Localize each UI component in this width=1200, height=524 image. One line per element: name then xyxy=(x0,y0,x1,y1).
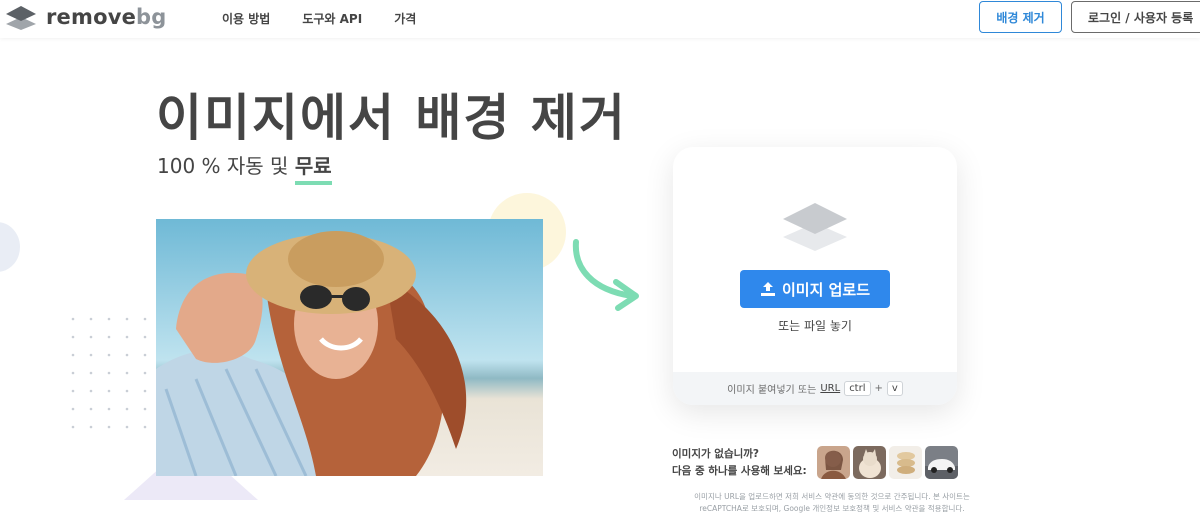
logo[interactable]: removebg xyxy=(4,4,167,30)
page-subtitle: 100 % 자동 및 무료 xyxy=(157,150,332,185)
main-nav: 이용 방법 도구와 API 가격 xyxy=(222,10,448,27)
nav-tools-api[interactable]: 도구와 API xyxy=(302,10,362,27)
decorative-dots xyxy=(71,317,147,429)
v-key: v xyxy=(886,381,903,396)
curved-arrow-icon xyxy=(572,239,639,311)
sample-images-prompt: 이미지가 없습니까? 다음 중 하나를 사용해 보세요: xyxy=(672,448,807,477)
sample-image-food[interactable] xyxy=(889,446,922,479)
sample-image-person[interactable] xyxy=(817,446,850,479)
drop-file-text: 또는 파일 놓기 xyxy=(778,319,852,333)
legal-notice: 이미지나 URL을 업로드하면 저희 서비스 약관에 동의한 것으로 간주됩니다… xyxy=(694,492,970,513)
decorative-circle xyxy=(0,222,20,272)
sample-image-car[interactable] xyxy=(925,446,958,479)
layers-icon xyxy=(6,6,36,30)
hero-example-photo xyxy=(156,219,543,476)
nav-pricing[interactable]: 가격 xyxy=(394,10,416,27)
paste-url-link[interactable]: URL xyxy=(820,383,840,394)
top-nav-bar: removebg 이용 방법 도구와 API 가격 배경 제거 로그인 / 사용… xyxy=(0,0,1200,38)
upload-icon xyxy=(760,282,775,296)
ctrl-key: ctrl xyxy=(844,381,871,396)
plus-sign: + xyxy=(874,383,883,394)
sample-image-cat[interactable] xyxy=(853,446,886,479)
remove-background-button[interactable]: 배경 제거 xyxy=(979,1,1062,33)
sample-images xyxy=(817,446,958,479)
upload-card[interactable]: 이미지 업로드 또는 파일 놓기 이미지 붙여넣기 또는 URL ctrl + … xyxy=(673,147,957,405)
paste-hint-text: 이미지 붙여넣기 또는 xyxy=(727,385,817,396)
nav-how-to-use[interactable]: 이용 방법 xyxy=(222,10,270,27)
free-highlight: 무료 xyxy=(294,150,332,185)
paste-hint: 이미지 붙여넣기 또는 URL ctrl + v xyxy=(673,372,957,405)
upload-image-button[interactable]: 이미지 업로드 xyxy=(740,270,890,308)
page-title: 이미지에서 배경 제거 xyxy=(156,89,627,147)
logo-text: removebg xyxy=(46,5,167,29)
layers-icon xyxy=(783,203,847,251)
login-signup-button[interactable]: 로그인 / 사용자 등록 xyxy=(1071,1,1200,33)
